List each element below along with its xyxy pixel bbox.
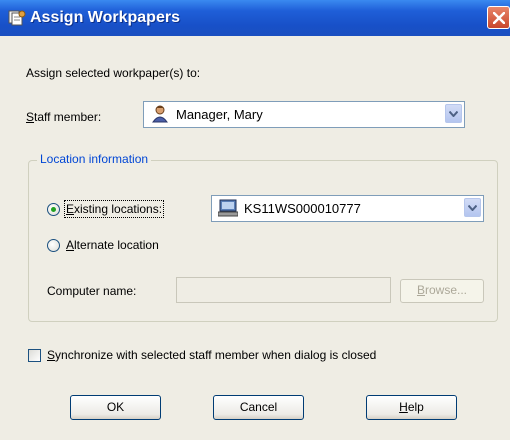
- assign-workpapers-dialog: Assign Workpapers Assign selected workpa…: [0, 0, 510, 440]
- chevron-down-icon: [468, 205, 477, 211]
- staff-member-value: Manager, Mary: [176, 107, 263, 122]
- existing-locations-value: KS11WS000010777: [244, 201, 361, 216]
- synchronize-label[interactable]: Synchronize with selected staff member w…: [47, 348, 376, 362]
- radio-selected-dot: [51, 207, 56, 212]
- existing-locations-label-key: E: [66, 202, 75, 216]
- instruction-text: Assign selected workpaper(s) to:: [26, 66, 201, 80]
- computer-name-label: Computer name:: [47, 284, 137, 298]
- ok-button[interactable]: OK: [70, 395, 161, 420]
- close-icon: [493, 12, 505, 24]
- browse-button-rest: rowse...: [425, 283, 468, 297]
- alternate-location-label[interactable]: Alternate location: [66, 238, 159, 252]
- staff-member-combobox[interactable]: Manager, Mary: [143, 101, 465, 128]
- existing-locations-combobox[interactable]: KS11WS000010777: [211, 195, 484, 222]
- staff-member-label-rest: taff member:: [34, 110, 102, 124]
- existing-locations-label[interactable]: Existing locations:: [63, 200, 165, 218]
- help-button-rest: elp: [407, 400, 424, 414]
- browse-button[interactable]: Browse...: [400, 279, 484, 303]
- close-button[interactable]: [487, 6, 510, 29]
- computer-icon: [217, 199, 239, 217]
- computer-name-input[interactable]: [176, 277, 391, 303]
- help-button-key: H: [399, 400, 408, 414]
- help-button[interactable]: Help: [366, 395, 457, 420]
- title-bar[interactable]: Assign Workpapers: [0, 0, 510, 36]
- synchronize-label-rest: ynchronize with selected staff member wh…: [55, 348, 377, 362]
- chevron-down-icon: [449, 111, 458, 117]
- location-information-title: Location information: [37, 152, 152, 166]
- synchronize-label-key: S: [47, 348, 56, 362]
- staff-member-dropdown-button[interactable]: [445, 104, 462, 123]
- staff-member-label: Staff member:: [26, 110, 101, 124]
- workpapers-icon: [8, 9, 26, 26]
- alternate-location-label-rest: lternate location: [74, 238, 159, 252]
- existing-locations-radio[interactable]: [47, 203, 60, 216]
- person-icon: [150, 105, 170, 123]
- cancel-button[interactable]: Cancel: [213, 395, 304, 420]
- existing-locations-label-rest: xisting locations:: [74, 202, 163, 216]
- staff-member-label-key: S: [26, 110, 35, 124]
- alternate-location-radio[interactable]: [47, 239, 60, 252]
- existing-locations-dropdown-button[interactable]: [464, 198, 481, 217]
- browse-button-key: B: [416, 283, 425, 297]
- alternate-location-label-key: A: [66, 238, 75, 252]
- synchronize-checkbox[interactable]: [28, 349, 41, 362]
- dialog-title: Assign Workpapers: [30, 9, 180, 26]
